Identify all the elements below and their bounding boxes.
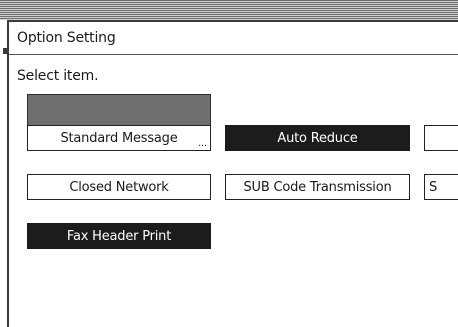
page-title: Option Setting	[17, 30, 116, 46]
third-column-row1-button[interactable]	[424, 125, 458, 151]
standard-message-preview-box	[27, 94, 211, 125]
fax-header-print-button[interactable]: Fax Header Print	[27, 223, 211, 249]
top-striped-band	[0, 0, 458, 20]
third-column-row2-button[interactable]: S	[424, 174, 458, 200]
more-options-icon: ...	[198, 138, 207, 149]
fax-header-print-label: Fax Header Print	[66, 228, 172, 244]
auto-reduce-button[interactable]: Auto Reduce	[225, 125, 410, 151]
standard-message-button[interactable]: Standard Message ...	[27, 125, 211, 151]
standard-message-label: Standard Message	[60, 130, 178, 146]
sub-code-transmission-label: SUB Code Transmission	[243, 179, 392, 195]
instruction-text: Select item.	[17, 68, 99, 84]
title-bar: Option Setting	[9, 22, 458, 55]
auto-reduce-label: Auto Reduce	[277, 130, 358, 146]
option-setting-panel: Option Setting Select item. Standard Mes…	[7, 20, 458, 327]
third-column-row2-label: S	[429, 179, 438, 195]
closed-network-button[interactable]: Closed Network	[27, 174, 211, 200]
closed-network-label: Closed Network	[69, 179, 169, 195]
sub-code-transmission-button[interactable]: SUB Code Transmission	[225, 174, 410, 200]
